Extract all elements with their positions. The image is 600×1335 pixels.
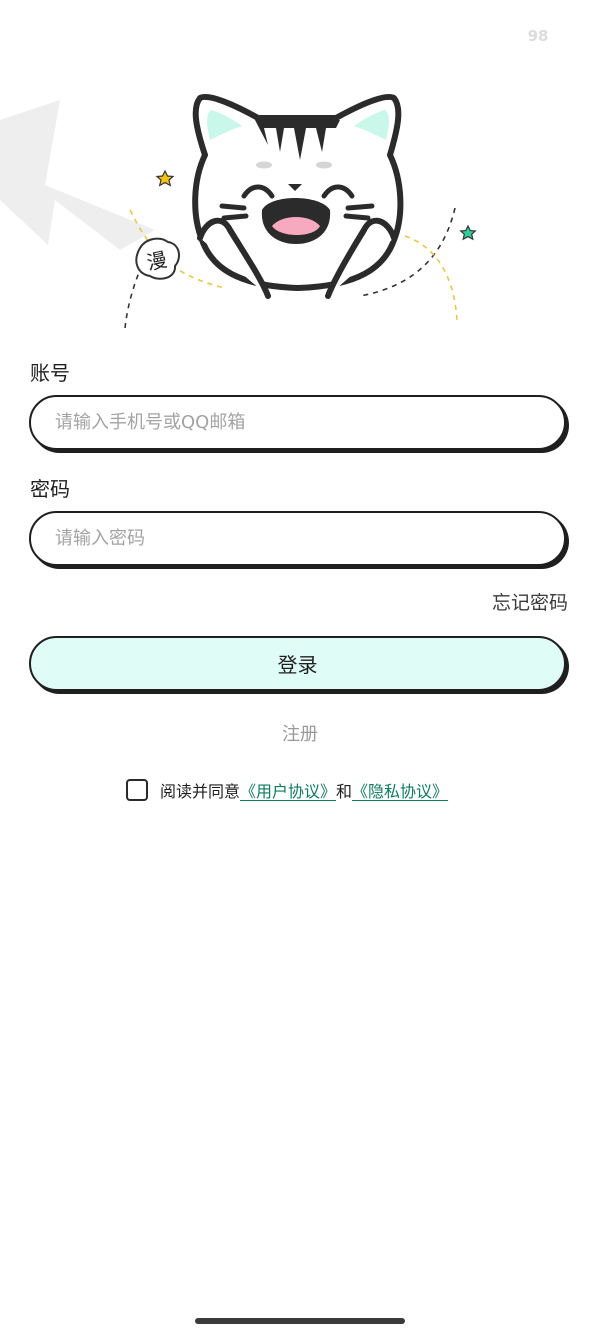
password-label: 密码 [30,477,70,501]
background-bolt-shape [0,100,155,250]
password-input[interactable] [31,513,564,564]
right-brow-mark [316,161,332,169]
yellow-star-icon [155,169,175,187]
cat-illustration: 漫 [0,94,477,329]
privacy-policy-link[interactable]: 《隐私协议》 [352,778,448,802]
dashed-curve-right-yellow [404,235,458,321]
home-indicator[interactable] [195,1318,405,1324]
agreement-joiner: 和 [336,782,353,801]
user-agreement-link[interactable]: 《用户协议》 [240,778,336,802]
account-input[interactable] [31,397,564,448]
green-star-icon [459,224,477,241]
register-link[interactable]: 注册 [0,720,600,746]
password-field-wrapper [29,511,566,566]
left-brow-mark [256,161,272,169]
agreement-row: 阅读并同意 《用户协议》 和 《隐私协议》 [126,777,448,803]
account-label: 账号 [30,361,70,385]
manga-badge-icon: 漫 [135,237,181,280]
login-button[interactable]: 登录 [29,636,566,691]
agreement-checkbox[interactable] [126,779,148,801]
cat-head [192,94,404,299]
agreement-prefix: 阅读并同意 [160,782,241,801]
account-field-wrapper [29,395,566,450]
forgot-password-link[interactable]: 忘记密码 [492,588,568,615]
status-indicator: 98 [527,27,549,45]
